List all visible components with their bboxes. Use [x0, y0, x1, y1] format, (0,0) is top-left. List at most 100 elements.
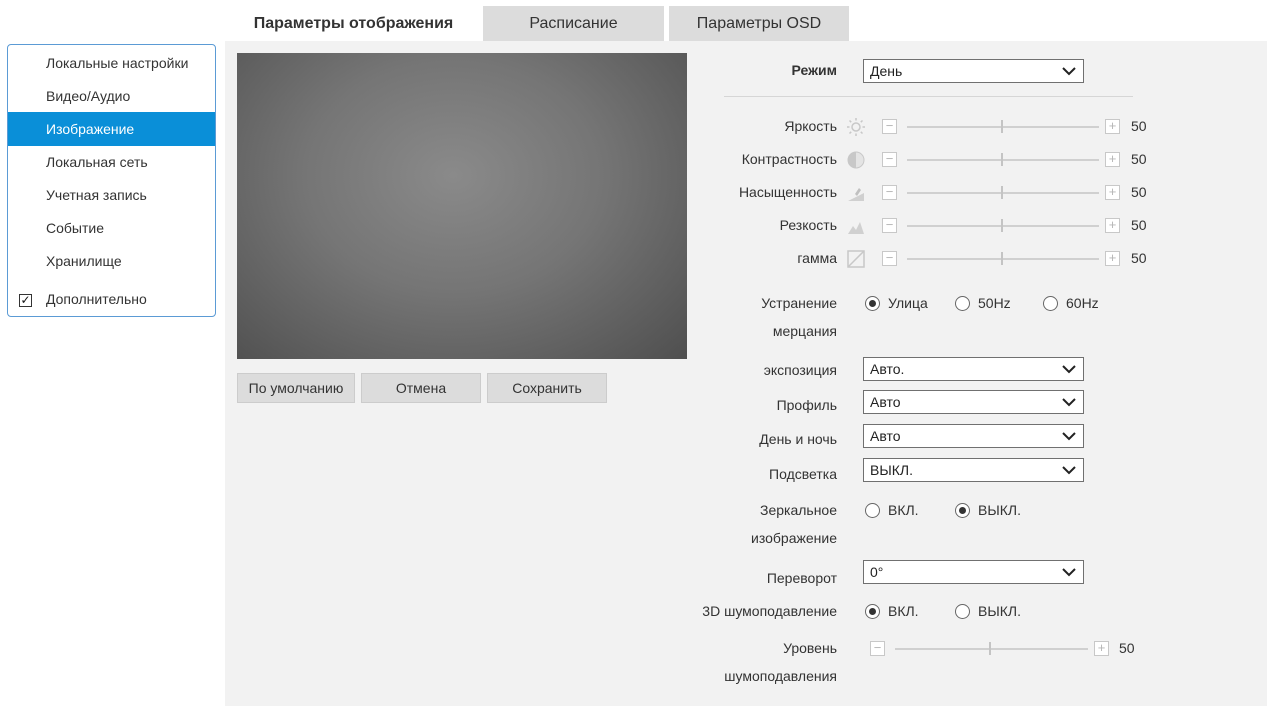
saturation-minus-button[interactable]: − [882, 185, 897, 200]
exposure-select[interactable]: Авто. [863, 357, 1084, 381]
saturation-track[interactable] [907, 192, 1099, 194]
mirror-radio-on[interactable] [865, 503, 880, 518]
brightness-value: 50 [1131, 118, 1147, 134]
chevron-down-icon [1062, 365, 1076, 374]
brightness-minus-button[interactable]: − [882, 119, 897, 134]
save-button[interactable]: Сохранить [487, 373, 607, 403]
contrast-plus-button[interactable]: + [1105, 152, 1120, 167]
chevron-down-icon [1062, 398, 1076, 407]
flicker-radio-60hz[interactable] [1043, 296, 1058, 311]
brightness-track[interactable] [907, 126, 1099, 128]
daynight-select[interactable]: Авто [863, 424, 1084, 448]
backlight-select-value: ВЫКЛ. [870, 462, 913, 478]
contrast-label: Контрастность [741, 151, 837, 167]
sharpness-track[interactable] [907, 225, 1099, 227]
dnr3d-option-off: ВЫКЛ. [978, 603, 1021, 619]
saturation-thumb[interactable] [1001, 186, 1003, 199]
flicker-option-outdoor: Улица [888, 295, 928, 311]
flicker-label-line1: Устранение [761, 295, 837, 311]
dnr-level-minus-button[interactable]: − [870, 641, 885, 656]
mirror-option-off: ВЫКЛ. [978, 502, 1021, 518]
mode-select[interactable]: День [863, 59, 1084, 83]
brightness-icon [847, 118, 865, 136]
dnr3d-option-on: ВКЛ. [888, 603, 919, 619]
sidebar-item-local-settings[interactable]: Локальные настройки [8, 46, 215, 80]
mirror-radio-off[interactable] [955, 503, 970, 518]
default-button[interactable]: По умолчанию [237, 373, 355, 403]
chevron-down-icon [1062, 67, 1076, 76]
saturation-label: Насыщенность [738, 184, 837, 200]
sidebar-item-account[interactable]: Учетная запись [8, 178, 215, 212]
sidebar-item-event[interactable]: Событие [8, 211, 215, 245]
sidebar-item-storage[interactable]: Хранилище [8, 244, 215, 278]
dnr3d-radio-off[interactable] [955, 604, 970, 619]
gamma-icon [847, 250, 865, 268]
contrast-icon [847, 151, 865, 169]
backlight-label: Подсветка [769, 466, 837, 482]
gamma-track[interactable] [907, 258, 1099, 260]
gamma-value: 50 [1131, 250, 1147, 266]
flip-label: Переворот [766, 570, 837, 586]
flip-select[interactable]: 0° [863, 560, 1084, 584]
sharpness-thumb[interactable] [1001, 219, 1003, 232]
brightness-plus-button[interactable]: + [1105, 119, 1120, 134]
saturation-icon [848, 188, 864, 201]
dnr-level-track[interactable] [895, 648, 1088, 650]
divider [724, 96, 1133, 97]
video-preview [237, 53, 687, 359]
dnr3d-label: 3D шумоподавление [702, 603, 837, 619]
chevron-down-icon [1062, 432, 1076, 441]
tab-osd-params[interactable]: Параметры OSD [669, 6, 849, 41]
mode-label: Режим [791, 62, 837, 78]
dnr-level-thumb[interactable] [989, 642, 991, 655]
profile-label: Профиль [776, 397, 837, 413]
daynight-select-value: Авто [870, 428, 901, 444]
flicker-option-60hz: 60Hz [1066, 295, 1099, 311]
tab-schedule[interactable]: Расписание [483, 6, 664, 41]
sharpness-minus-button[interactable]: − [882, 218, 897, 233]
sidebar-item-image[interactable]: Изображение [8, 112, 215, 146]
backlight-select[interactable]: ВЫКЛ. [863, 458, 1084, 482]
dnr-level-value: 50 [1119, 640, 1135, 656]
dnr3d-radio-on[interactable] [865, 604, 880, 619]
contrast-thumb[interactable] [1001, 153, 1003, 166]
flicker-option-50hz: 50Hz [978, 295, 1011, 311]
sidebar-item-network[interactable]: Локальная сеть [8, 145, 215, 179]
mirror-label-line1: Зеркальное [759, 502, 837, 518]
flicker-label-line2: мерцания [772, 323, 837, 339]
flip-select-value: 0° [870, 564, 884, 580]
sharpness-plus-button[interactable]: + [1105, 218, 1120, 233]
checkbox-advanced[interactable]: ✓ [19, 294, 32, 307]
daynight-label: День и ночь [759, 431, 837, 447]
contrast-minus-button[interactable]: − [882, 152, 897, 167]
profile-select-value: Авто [870, 394, 901, 410]
brightness-thumb[interactable] [1001, 120, 1003, 133]
gamma-minus-button[interactable]: − [882, 251, 897, 266]
tab-display-params[interactable]: Параметры отображения [225, 6, 482, 41]
sidebar-menu: Локальные настройки Видео/Аудио Изображе… [7, 44, 216, 317]
flicker-radio-50hz[interactable] [955, 296, 970, 311]
saturation-value: 50 [1131, 184, 1147, 200]
cancel-button[interactable]: Отмена [361, 373, 481, 403]
sidebar-item-video-audio[interactable]: Видео/Аудио [8, 79, 215, 113]
flicker-radio-outdoor[interactable] [865, 296, 880, 311]
saturation-plus-button[interactable]: + [1105, 185, 1120, 200]
contrast-value: 50 [1131, 151, 1147, 167]
sidebar-item-advanced[interactable]: ✓ Дополнительно [8, 282, 215, 316]
exposure-select-value: Авто. [870, 361, 905, 377]
brightness-label: Яркость [784, 118, 837, 134]
mode-select-value: День [870, 63, 903, 79]
contrast-track[interactable] [907, 159, 1099, 161]
chevron-down-icon [1062, 466, 1076, 475]
sharpness-value: 50 [1131, 217, 1147, 233]
dnr-level-label-line2: шумоподавления [724, 668, 837, 684]
gamma-label: гамма [797, 250, 837, 266]
mirror-option-on: ВКЛ. [888, 502, 919, 518]
chevron-down-icon [1062, 568, 1076, 577]
profile-select[interactable]: Авто [863, 390, 1084, 414]
dnr-level-label-line1: Уровень [783, 640, 837, 656]
gamma-plus-button[interactable]: + [1105, 251, 1120, 266]
gamma-thumb[interactable] [1001, 252, 1003, 265]
dnr-level-plus-button[interactable]: + [1094, 641, 1109, 656]
sharpness-icon [848, 222, 864, 234]
